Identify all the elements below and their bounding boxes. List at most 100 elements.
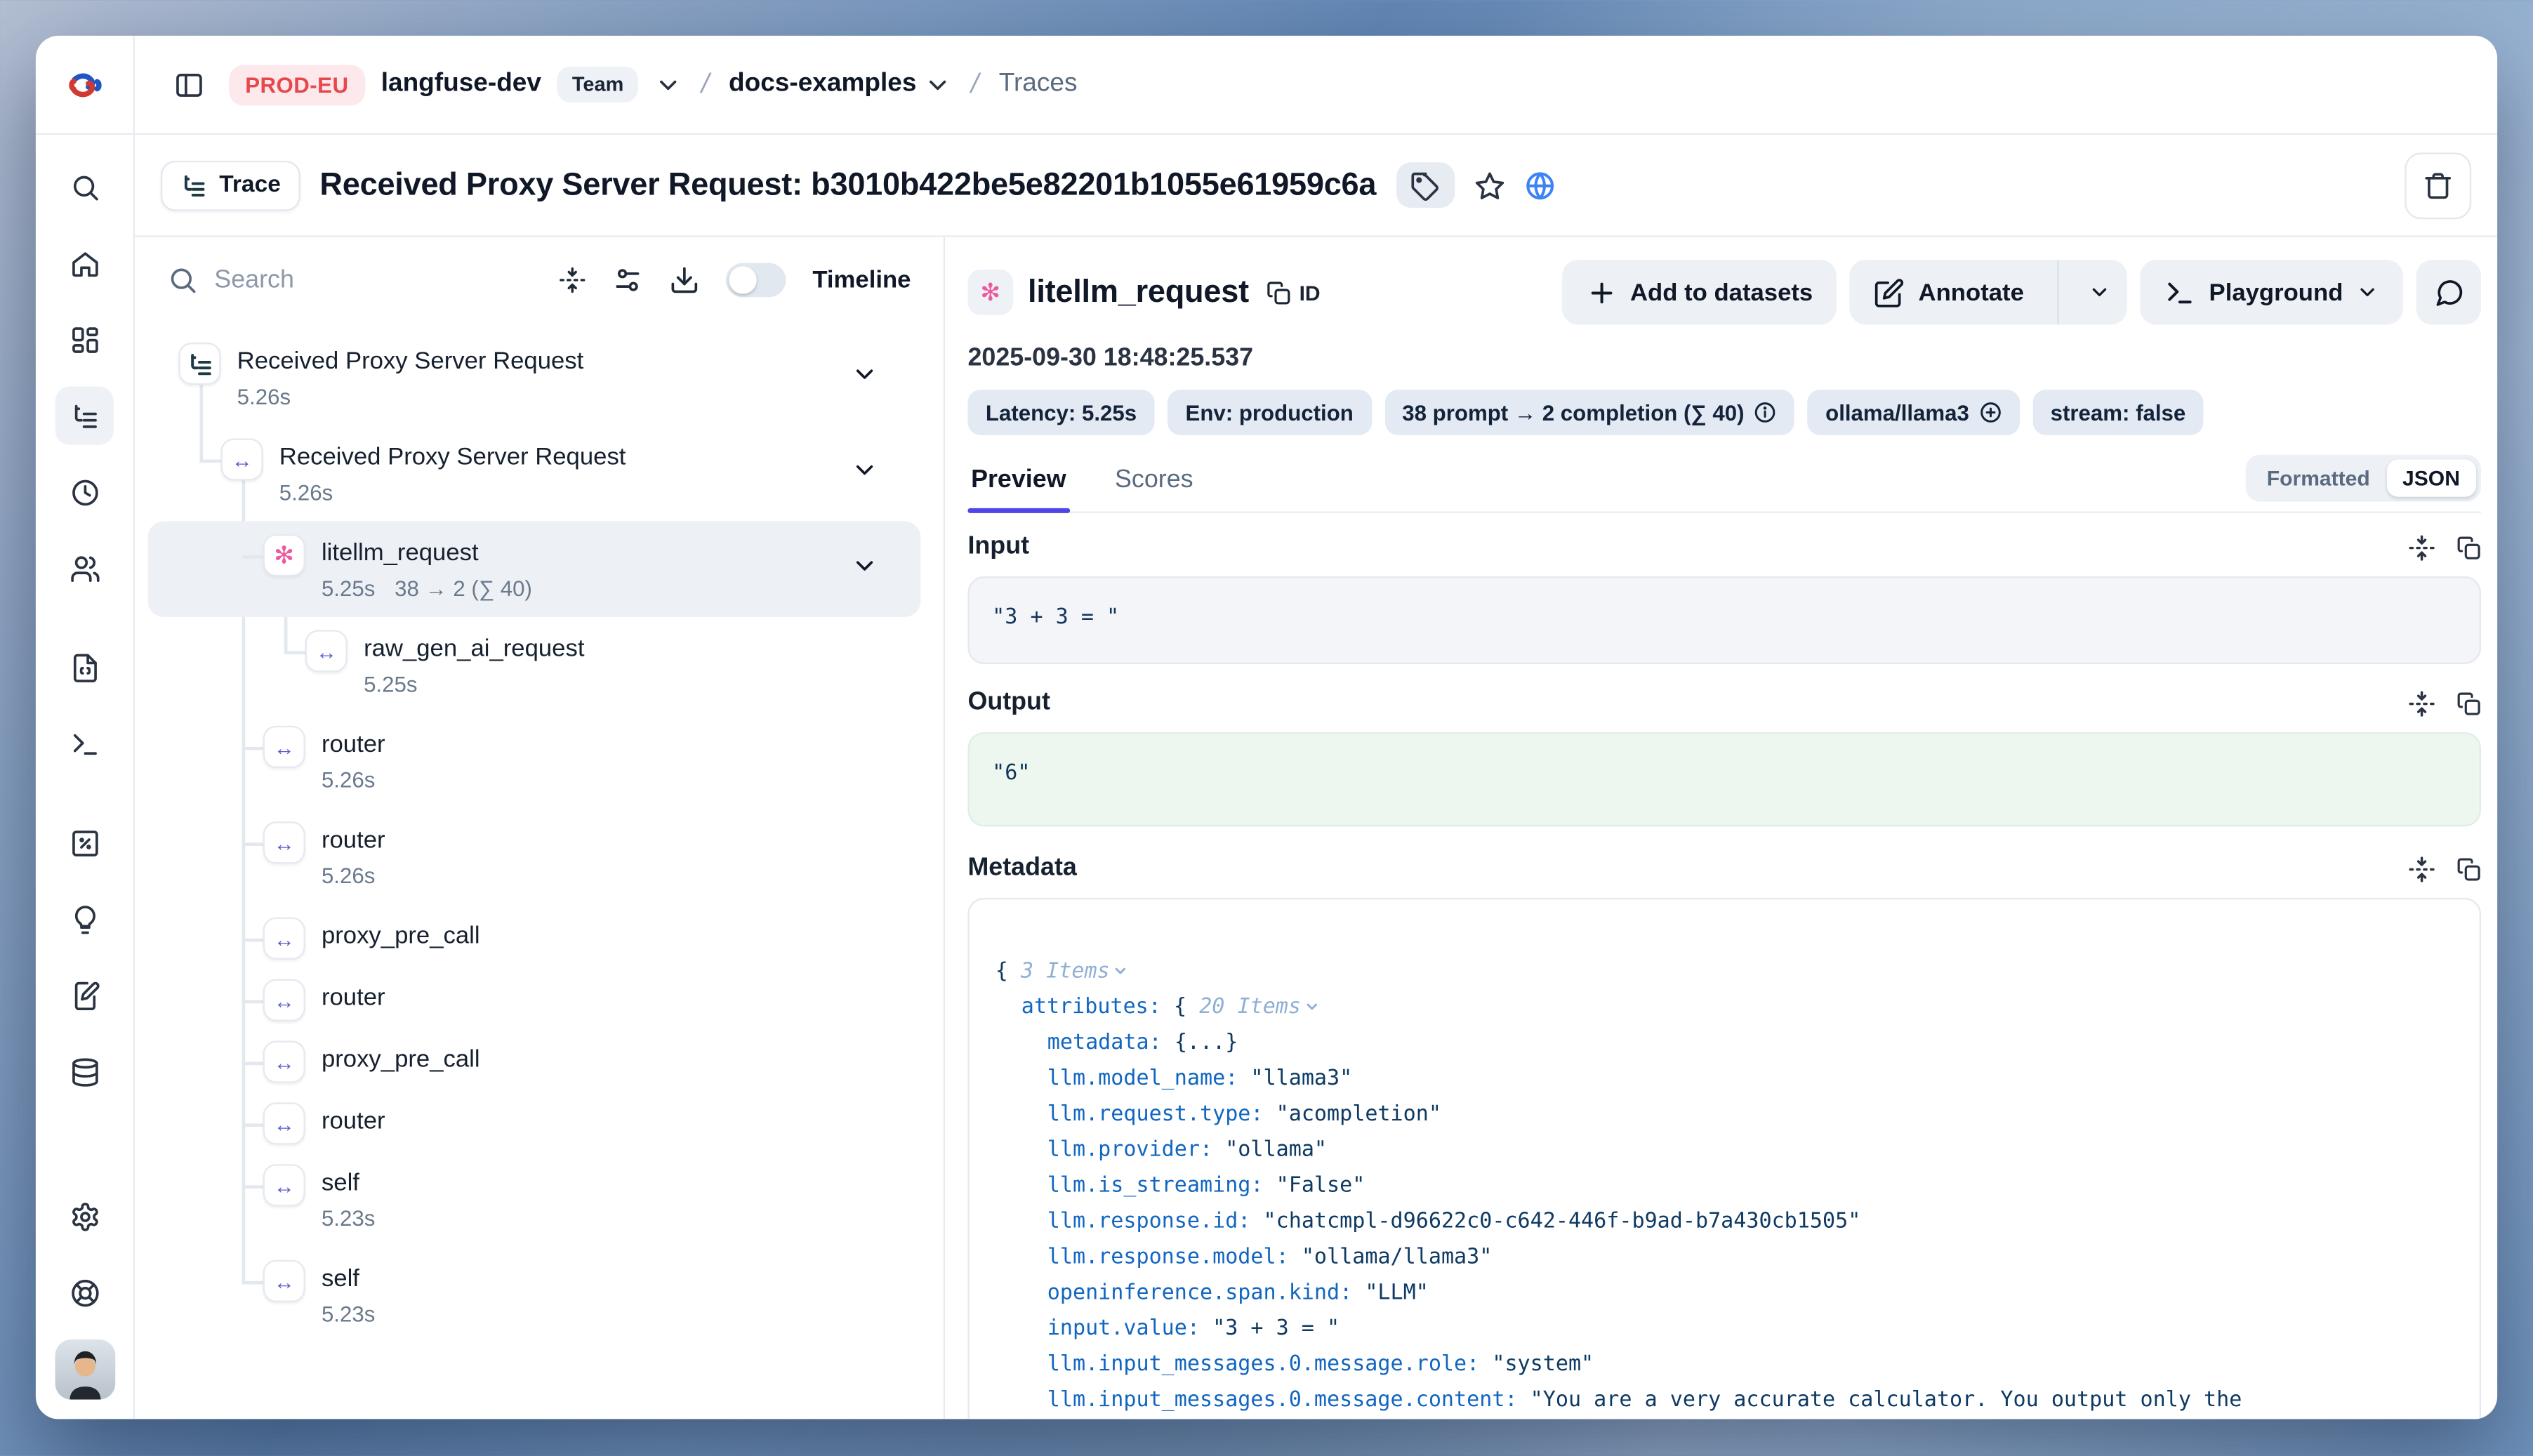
organization-name[interactable]: langfuse-dev xyxy=(381,70,541,99)
json-key: llm.request.type: xyxy=(1047,1102,1264,1127)
tree-settings-button[interactable] xyxy=(613,265,644,296)
playground-button[interactable]: Playground xyxy=(2141,260,2403,325)
node-type-badge: ↔ xyxy=(263,1041,305,1083)
span-arrows-icon: ↔ xyxy=(232,447,253,472)
node-text: router xyxy=(322,1090,385,1138)
sidebar-item-dashboards[interactable] xyxy=(55,310,114,369)
node-text: router5.26s xyxy=(322,713,385,795)
tree-node-proxy-pre-call[interactable]: ↔ proxy_pre_call xyxy=(147,1028,920,1090)
sidebar-item-playground[interactable] xyxy=(55,715,114,773)
id-label: ID xyxy=(1299,280,1321,305)
node-collapse-chevron[interactable] xyxy=(851,456,878,491)
tab-preview[interactable]: Preview xyxy=(967,456,1069,512)
json-item-count[interactable]: 20 Items xyxy=(1199,995,1321,1020)
tree-node-self[interactable]: ↔self5.23s xyxy=(147,1151,920,1247)
sidebar-item-evaluation[interactable] xyxy=(55,814,114,872)
preview-scroll-area[interactable]: Input "3 + 3 = " Output xyxy=(967,513,2481,1419)
generation-icon: ✻ xyxy=(274,543,294,568)
sidebar-item-home[interactable] xyxy=(55,234,114,292)
format-option-json[interactable]: JSON xyxy=(2386,460,2476,497)
node-collapse-chevron[interactable] xyxy=(851,359,878,395)
annotate-dropdown-button[interactable] xyxy=(2072,260,2128,325)
tree-connector xyxy=(242,842,263,845)
node-label: litellm_request xyxy=(322,539,479,567)
node-text: router xyxy=(322,966,385,1014)
copy-icon xyxy=(2456,856,2481,881)
sidebar-item-support[interactable] xyxy=(55,1263,114,1321)
tree-search xyxy=(167,265,533,296)
breadcrumb-section[interactable]: Traces xyxy=(999,70,1078,99)
node-text: router5.26s xyxy=(322,809,385,892)
sidebar-item-datasets[interactable] xyxy=(55,1043,114,1101)
copy-input-button[interactable] xyxy=(2456,534,2481,561)
collapse-metadata-button[interactable] xyxy=(2408,855,2435,882)
collapse-all-button[interactable] xyxy=(560,266,587,293)
project-name: docs-examples xyxy=(729,70,916,99)
json-item-count[interactable]: 3 Items xyxy=(1021,960,1129,984)
tree-node-proxy-pre-call[interactable]: ↔proxy_pre_call xyxy=(147,904,920,966)
node-type-badge: ✻ xyxy=(263,534,305,576)
copy-metadata-button[interactable] xyxy=(2456,855,2481,882)
list-tree-icon xyxy=(180,171,208,199)
collapse-output-button[interactable] xyxy=(2408,689,2435,717)
chevron-down-icon xyxy=(1304,992,1321,1026)
tree-node-litellm-request[interactable]: ✻litellm_request5.25s38 → 2 (∑ 40) xyxy=(147,521,920,616)
node-metrics: 5.25s xyxy=(364,669,584,700)
tree-node-self[interactable]: ↔self5.23s xyxy=(147,1247,920,1342)
sidebar-item-insights[interactable] xyxy=(55,889,114,948)
tree-node-received-proxy-server-request[interactable]: ↔Received Proxy Server Request5.26s xyxy=(147,425,920,521)
tree-search-input[interactable] xyxy=(214,265,392,295)
json-key: llm.response.model: xyxy=(1047,1245,1289,1270)
copy-output-button[interactable] xyxy=(2456,689,2481,717)
tab-scores[interactable]: Scores xyxy=(1111,456,1196,512)
sidebar-toggle-button[interactable] xyxy=(164,60,213,109)
timeline-toggle[interactable] xyxy=(727,263,787,298)
tree-node-router[interactable]: ↔router xyxy=(147,1090,920,1151)
public-share-button[interactable] xyxy=(1524,170,1555,201)
delete-trace-button[interactable] xyxy=(2405,152,2471,218)
node-duration: 5.26s xyxy=(322,861,375,892)
project-switcher[interactable]: docs-examples xyxy=(729,70,952,99)
comments-button[interactable] xyxy=(2416,260,2481,325)
badge[interactable]: ollama/llama3 xyxy=(1808,390,2020,435)
sidebar-item-settings[interactable] xyxy=(55,1187,114,1245)
org-switcher-chevron[interactable] xyxy=(654,71,682,98)
node-type-badge: ↔ xyxy=(263,821,305,863)
metadata-json-viewer[interactable]: { 3 Itemsattributes: { 20 Itemsmetadata:… xyxy=(967,898,2481,1419)
sidebar-item-annotation[interactable] xyxy=(55,966,114,1024)
download-button[interactable] xyxy=(670,265,701,296)
user-avatar[interactable] xyxy=(54,1339,114,1400)
node-metrics: 5.26s xyxy=(237,382,584,413)
sidebar-item-search[interactable] xyxy=(55,157,114,216)
node-text: proxy_pre_call xyxy=(322,1028,480,1076)
tree-node-received-proxy-server-request[interactable]: Received Proxy Server Request5.26s xyxy=(147,330,920,425)
tree-node-router[interactable]: ↔router5.26s xyxy=(147,713,920,808)
settings-icon xyxy=(69,1200,100,1231)
sidebar-item-sessions[interactable] xyxy=(55,463,114,521)
json-value: "LLM" xyxy=(1365,1281,1429,1306)
tree-toolbar: Timeline xyxy=(135,237,944,307)
tree-connector xyxy=(242,1281,263,1283)
badge[interactable]: 38 prompt → 2 completion (∑ 40) xyxy=(1384,390,1794,435)
sidebar-item-users[interactable] xyxy=(55,539,114,597)
span-arrows-icon: ↔ xyxy=(274,830,295,855)
tree-node-router[interactable]: ↔ router5.26s xyxy=(147,809,920,904)
tree-node-raw-gen-ai-request[interactable]: ↔raw_gen_ai_request5.25s xyxy=(147,617,920,713)
trace-tree: Received Proxy Server Request5.26s↔Recei… xyxy=(147,330,920,1343)
bookmark-star-button[interactable] xyxy=(1474,170,1504,201)
node-type-badge: ↔ xyxy=(263,979,305,1021)
collapse-input-button[interactable] xyxy=(2408,534,2435,561)
copy-id-button[interactable]: ID xyxy=(1266,280,1320,305)
org-logo[interactable] xyxy=(36,36,135,135)
node-tokens: 38 → 2 (∑ 40) xyxy=(395,573,532,604)
format-option-formatted[interactable]: Formatted xyxy=(2251,460,2386,497)
tag-button[interactable] xyxy=(1396,162,1454,208)
fold-vertical-icon xyxy=(2408,534,2435,561)
sidebar-item-prompts[interactable] xyxy=(55,638,114,696)
node-text: proxy_pre_call xyxy=(322,904,480,953)
annotate-button[interactable]: Annotate xyxy=(1850,260,2045,325)
sidebar-item-tracing[interactable] xyxy=(55,386,114,444)
node-collapse-chevron[interactable] xyxy=(851,551,878,587)
tree-node-router[interactable]: ↔ router xyxy=(147,966,920,1028)
add-to-datasets-button[interactable]: Add to datasets xyxy=(1562,260,1837,325)
